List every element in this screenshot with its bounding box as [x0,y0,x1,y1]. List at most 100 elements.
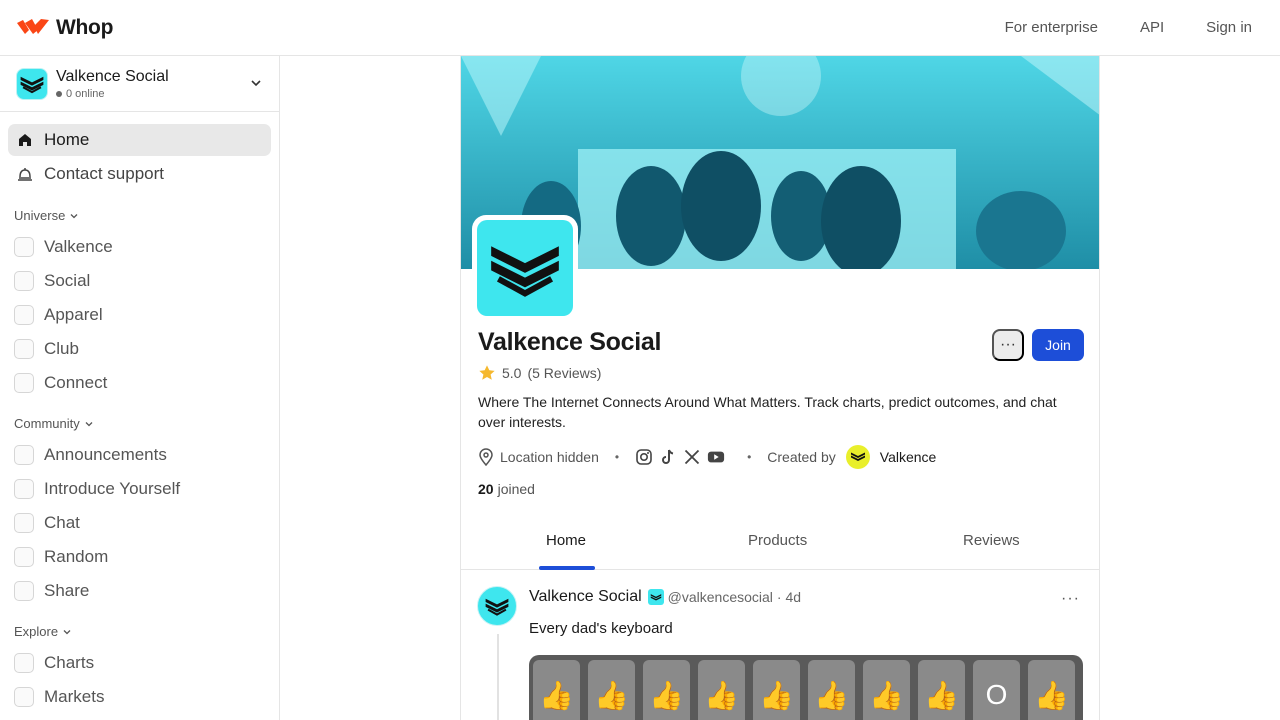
online-dot-icon [56,90,62,97]
channel-checkbox[interactable] [14,373,34,393]
channel-item[interactable]: Apparel [14,303,103,327]
rating[interactable]: 5.0 (5 Reviews) [478,364,601,382]
whop-logo[interactable]: Whop [16,16,113,40]
channel-checkbox[interactable] [14,237,34,257]
creator-avatar[interactable] [845,445,870,469]
channel-item[interactable]: Share [14,579,89,603]
post-handle: @valkencesocial [667,589,773,605]
valkence-logo-icon [485,598,509,616]
channel-checkbox[interactable] [14,687,34,707]
channel-item[interactable]: Club [14,337,79,361]
post-author-name[interactable]: Valkence Social [529,588,642,606]
top-nav: Whop For enterprise API Sign in [0,0,1280,56]
sidebar-item-contact-support[interactable]: Contact support [8,158,271,190]
channel-checkbox[interactable] [14,445,34,465]
channel-item[interactable]: Markets [14,685,104,709]
keyboard-key: 👍 [808,660,855,720]
channel-item[interactable]: Valkence [14,235,113,259]
channel-item[interactable]: Random [14,545,108,569]
sidebar: Valkence Social 0 online Home Contact su… [0,56,280,720]
chevron-down-icon [85,421,93,426]
valkence-logo-icon [850,452,865,461]
channel-item[interactable]: Connect [14,371,107,395]
tab-reviews[interactable]: Reviews [963,532,1020,549]
profile-tabs: Home Products Reviews [461,518,1099,570]
community-title: Valkence Social [478,328,662,356]
valkence-logo-icon [491,246,559,297]
enterprise-link[interactable]: For enterprise [1005,19,1098,36]
join-button[interactable]: Join [1032,329,1084,361]
section-universe[interactable]: Universe [14,208,79,223]
keyboard-key: 👍 [533,660,580,720]
community-switcher[interactable]: Valkence Social 0 online [0,56,279,112]
instagram-icon[interactable] [635,448,653,466]
community-avatar [16,67,48,100]
community-name: Valkence Social [56,67,169,85]
community-large-avatar [472,215,578,321]
post-more-icon[interactable]: ··· [1061,590,1080,608]
keyboard-key: 👍 [698,660,745,720]
post-text: Every dad's keyboard [529,620,673,637]
keyboard-key: O [973,660,1020,720]
channel-checkbox[interactable] [14,339,34,359]
section-community[interactable]: Community [14,416,94,431]
brand-name: Whop [56,15,114,39]
more-options-button[interactable]: ··· [992,329,1024,361]
tab-home[interactable]: Home [546,532,586,549]
post-age: · 4d [776,589,802,605]
main-content: Valkence Social ··· Join 5.0 (5 Reviews)… [460,56,1100,720]
separator-dot: • [614,450,620,464]
community-description: Where The Internet Connects Around What … [478,394,1057,430]
sidebar-item-label: Contact support [44,164,165,183]
sidebar-item-label: Home [44,130,90,149]
tiktok-icon[interactable] [659,448,677,466]
channel-item[interactable]: Social [14,269,90,293]
meta-row: Location hidden • • Created by Valkence [478,445,936,469]
post-author-avatar[interactable] [477,586,517,626]
channel-checkbox[interactable] [14,513,34,533]
creator-name-link[interactable]: Valkence [880,449,937,465]
sidebar-item-home[interactable]: Home [8,124,271,156]
top-links: For enterprise API Sign in [1005,19,1252,36]
valkence-logo-icon [20,76,44,93]
channel-checkbox[interactable] [14,653,34,673]
online-count: 0 online [66,87,105,100]
keyboard-key: 👍 [918,660,965,720]
api-link[interactable]: API [1140,19,1164,36]
whop-logo-icon [17,18,49,34]
post-header: Valkence Social @valkencesocial · 4d [529,588,801,606]
channel-checkbox[interactable] [14,271,34,291]
review-count: (5 Reviews) [527,365,602,381]
x-icon[interactable] [683,448,701,466]
keyboard-key: 👍 [753,660,800,720]
channel-checkbox[interactable] [14,305,34,325]
chevron-down-icon [251,80,261,87]
channel-item[interactable]: Introduce Yourself [14,477,180,501]
thread-line [497,634,499,720]
tab-products[interactable]: Products [748,532,807,549]
bell-icon [16,165,34,183]
post-image[interactable]: 👍 👍 👍 👍 👍 👍 👍 👍 O 👍 [529,655,1083,720]
youtube-icon[interactable] [707,448,725,466]
chevron-down-icon [70,213,78,218]
home-icon [16,131,34,149]
keyboard-key: 👍 [588,660,635,720]
separator-dot: • [747,450,752,464]
rating-value: 5.0 [502,365,522,381]
location-pin-icon [479,448,493,466]
channel-checkbox[interactable] [14,547,34,567]
section-explore[interactable]: Explore [14,624,72,639]
keyboard-key: 👍 [863,660,910,720]
member-count: 20 joined [478,481,535,497]
channel-item[interactable]: Announcements [14,443,167,467]
verified-badge-icon [647,589,664,605]
channel-checkbox[interactable] [14,479,34,499]
channel-checkbox[interactable] [14,581,34,601]
feed-post: Valkence Social @valkencesocial · 4d ···… [461,570,1099,720]
keyboard-key: 👍 [643,660,690,720]
chevron-down-icon [63,629,71,634]
channel-item[interactable]: Chat [14,511,80,535]
sign-in-link[interactable]: Sign in [1206,19,1252,36]
channel-item[interactable]: Charts [14,651,94,675]
star-icon [479,365,495,380]
